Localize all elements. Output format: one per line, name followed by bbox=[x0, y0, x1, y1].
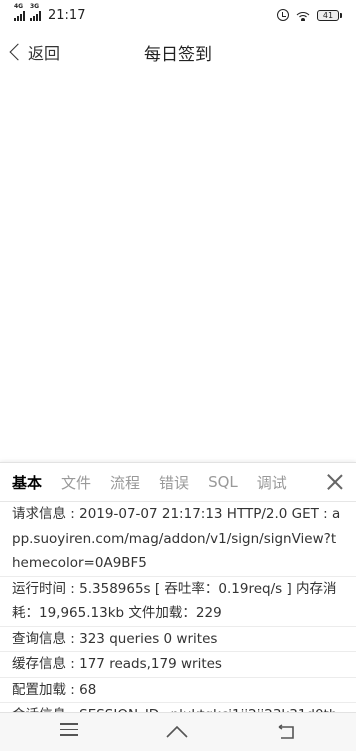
return-icon[interactable] bbox=[276, 724, 296, 740]
network-type-label-2: 3G bbox=[30, 2, 40, 10]
signal-3g-icon: 3G bbox=[30, 3, 41, 21]
tab-files[interactable]: 文件 bbox=[61, 472, 91, 493]
trace-row-runtime: 运行时间 : 5.358965s [ 吞吐率：0.19req/s ] 内存消耗：… bbox=[0, 577, 356, 627]
trace-tabs: 基本 文件 流程 错误 SQL 调试 bbox=[0, 463, 356, 502]
status-time: 21:17 bbox=[48, 7, 86, 23]
close-icon[interactable] bbox=[326, 473, 344, 491]
status-bar: 4G 3G 21:17 41 bbox=[0, 0, 356, 30]
trace-row-request: 请求信息 : 2019-07-07 21:17:13 HTTP/2.0 GET … bbox=[0, 502, 356, 577]
trace-info-list: 请求信息 : 2019-07-07 21:17:13 HTTP/2.0 GET … bbox=[0, 502, 356, 713]
system-navigation-bar bbox=[0, 712, 356, 751]
trace-row-config: 配置加载 : 68 bbox=[0, 678, 356, 703]
wifi-icon bbox=[296, 10, 310, 21]
alarm-icon bbox=[277, 9, 289, 21]
tab-errors[interactable]: 错误 bbox=[159, 472, 189, 493]
network-type-label: 4G bbox=[14, 2, 24, 10]
status-bar-left: 4G 3G 21:17 bbox=[14, 3, 86, 23]
battery-level: 41 bbox=[317, 9, 339, 21]
trace-row-queries: 查询信息 : 323 queries 0 writes bbox=[0, 627, 356, 652]
tab-debug[interactable]: 调试 bbox=[257, 472, 287, 493]
menu-icon[interactable] bbox=[60, 723, 78, 737]
status-bar-right: 41 bbox=[277, 9, 342, 21]
battery-icon: 41 bbox=[317, 9, 342, 21]
tab-basic[interactable]: 基本 bbox=[12, 472, 42, 493]
trace-row-cache: 缓存信息 : 177 reads,179 writes bbox=[0, 652, 356, 678]
page-title: 每日签到 bbox=[144, 45, 212, 65]
tab-flow[interactable]: 流程 bbox=[110, 472, 140, 493]
nav-bar: 返回 每日签到 bbox=[0, 30, 356, 74]
tab-sql[interactable]: SQL bbox=[208, 473, 238, 491]
signal-4g-icon: 4G bbox=[14, 3, 25, 21]
trace-panel: 基本 文件 流程 错误 SQL 调试 请求信息 : 2019-07-07 21:… bbox=[0, 462, 356, 713]
home-icon[interactable] bbox=[165, 724, 189, 740]
